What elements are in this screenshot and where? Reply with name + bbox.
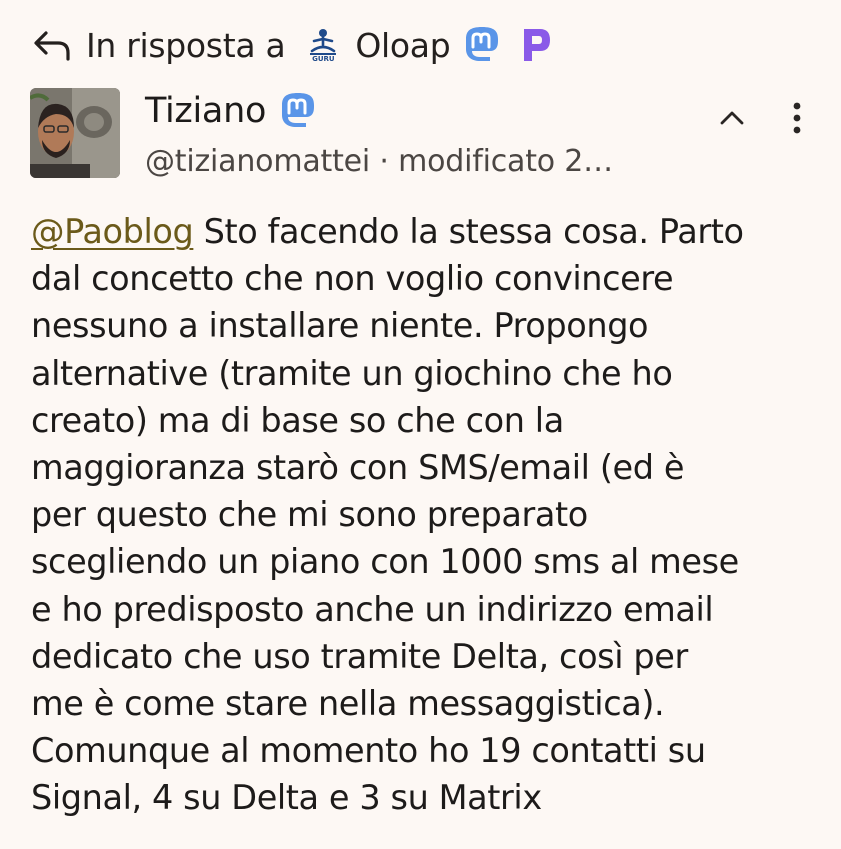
post-header: Tiziano @tizianomattei · modificato 2…: [30, 88, 820, 184]
post-line: dal concetto che non voglio convincere: [31, 259, 674, 299]
reply-context[interactable]: In risposta a GURU Oloap: [30, 20, 556, 70]
author-meta: @tizianomattei · modificato 2…: [145, 144, 613, 179]
post-content: @Paoblog Sto facendo la stessa cosa. Par…: [31, 208, 821, 822]
post-line: nessuno a installare niente. Propongo: [31, 306, 649, 346]
post-line-text: Sto facendo la stessa cosa. Parto: [193, 212, 744, 251]
post-line: creato) ma di base so che con la: [31, 400, 564, 440]
post-line: alternative (tramite un giochino che ho: [31, 353, 673, 393]
post-line: Signal, 4 su Delta e 3 su Matrix: [31, 778, 542, 818]
author-avatar[interactable]: [30, 88, 120, 178]
more-vert-icon: [792, 101, 802, 139]
mention-link[interactable]: @Paoblog: [31, 212, 194, 251]
post-line: scegliendo un piano con 1000 sms al mese: [31, 542, 739, 582]
author-block[interactable]: Tiziano @tizianomattei · modificato 2…: [145, 88, 613, 179]
reply-label: In risposta a: [86, 25, 286, 65]
collapse-button[interactable]: [710, 98, 754, 142]
reply-avatar-logo: GURU: [303, 23, 343, 67]
post-line: e ho predisposto anche un indirizzo emai…: [31, 589, 714, 629]
post-line: me è come stare nella messaggistica).: [31, 684, 665, 724]
post-line: @Paoblog Sto facendo la stessa cosa. Par…: [31, 208, 821, 255]
more-options-button[interactable]: [782, 98, 812, 142]
chevron-up-icon: [719, 110, 745, 130]
reply-avatar-logo-text: GURU: [312, 55, 335, 63]
post-line: per questo che mi sono preparato: [31, 495, 588, 535]
reply-arrow-icon: [30, 25, 74, 65]
post-line: Comunque al momento ho 19 contatti su: [31, 731, 706, 771]
post-line: dedicato che uso tramite Delta, così per: [31, 636, 688, 676]
reply-author-name: Oloap: [355, 25, 451, 65]
author-name-row: Tiziano: [145, 88, 613, 134]
mastodon-icon: [460, 23, 504, 67]
pixelfed-icon: [516, 23, 556, 67]
mastodon-icon: [276, 89, 320, 133]
author-name: Tiziano: [145, 91, 267, 131]
post-line: maggioranza starò con SMS/email (ed è: [31, 448, 685, 488]
